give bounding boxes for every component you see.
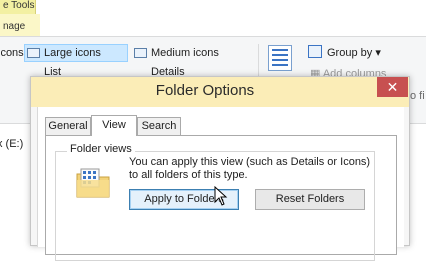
layout-icons-label[interactable]: icons bbox=[0, 47, 24, 59]
folder-options-dialog: Folder Options ✕ General View Search Fol… bbox=[30, 76, 410, 261]
chevron-down-icon: ▾ bbox=[375, 47, 381, 59]
layout-large-icons-label: Large icons bbox=[44, 47, 101, 59]
medium-icons-icon bbox=[134, 48, 147, 58]
dialog-title: Folder Options bbox=[155, 82, 255, 99]
folder-views-description: You can apply this view (such as Details… bbox=[129, 156, 371, 181]
cursor-icon bbox=[214, 186, 228, 206]
reset-folders-button[interactable]: Reset Folders bbox=[255, 189, 365, 210]
group-by-label: Group by bbox=[327, 47, 373, 59]
size-columns-label[interactable]: o fi bbox=[410, 90, 425, 102]
group-by-button[interactable]: Group by ▾ bbox=[327, 46, 381, 59]
contextual-tab-tools[interactable]: e Tools bbox=[0, 0, 36, 14]
large-icons-icon bbox=[27, 48, 40, 58]
folder-views-title: Folder views bbox=[67, 143, 135, 155]
sort-by-icon[interactable] bbox=[268, 45, 292, 71]
tab-general[interactable]: General bbox=[45, 117, 91, 135]
group-by-icon bbox=[308, 45, 322, 58]
tab-view[interactable]: View bbox=[91, 115, 137, 136]
drive-label[interactable]: x (E:) bbox=[0, 138, 23, 150]
close-icon: ✕ bbox=[386, 79, 399, 95]
folder-view-icon bbox=[76, 168, 110, 198]
layout-medium-icons-label[interactable]: Medium icons bbox=[151, 47, 219, 59]
ribbon-tab-strip bbox=[0, 0, 426, 14]
tab-search[interactable]: Search bbox=[137, 117, 181, 135]
close-button[interactable]: ✕ bbox=[377, 77, 408, 97]
